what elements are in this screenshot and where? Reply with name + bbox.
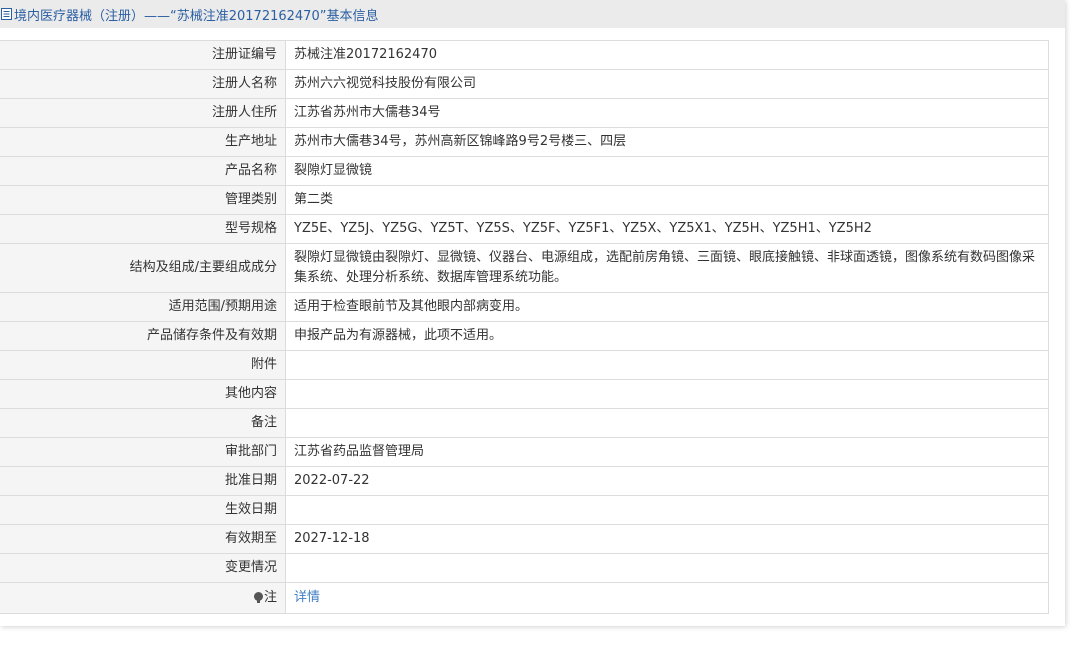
- field-label: 型号规格: [0, 214, 286, 244]
- field-label: 生效日期: [0, 495, 286, 525]
- field-value: 2022-07-22: [285, 466, 1049, 496]
- field-value: [285, 379, 1049, 409]
- field-label: 有效期至: [0, 524, 286, 554]
- field-label: 其他内容: [0, 379, 286, 409]
- table-row: 产品储存条件及有效期 申报产品为有源器械，此项不适用。: [0, 321, 1049, 351]
- field-label: 管理类别: [0, 185, 286, 215]
- field-label: 审批部门: [0, 437, 286, 467]
- table-row: 注册证编号 苏械注准20172162470: [0, 40, 1049, 70]
- field-value: 申报产品为有源器械，此项不适用。: [285, 321, 1049, 351]
- document-icon: [0, 8, 12, 20]
- field-value: 裂隙灯显微镜: [285, 156, 1049, 186]
- field-value: 裂隙灯显微镜由裂隙灯、显微镜、仪器台、电源组成，选配前房角镜、三面镜、眼底接触镜…: [285, 243, 1049, 293]
- lightbulb-icon: [253, 592, 263, 603]
- note-label: 注: [263, 590, 277, 605]
- field-value: [285, 408, 1049, 438]
- field-label: 备注: [0, 408, 286, 438]
- field-label: 注册人住所: [0, 98, 286, 128]
- field-label: 注册证编号: [0, 40, 286, 70]
- table-row: 生产地址 苏州市大儒巷34号，苏州高新区锦峰路9号2号楼三、四层: [0, 127, 1049, 157]
- table-row: 附件: [0, 350, 1049, 380]
- field-value: 第二类: [285, 185, 1049, 215]
- info-table: 注册证编号 苏械注准20172162470 注册人名称 苏州六六视觉科技股份有限…: [0, 40, 1049, 614]
- field-value: [285, 553, 1049, 583]
- table-row: 批准日期 2022-07-22: [0, 466, 1049, 496]
- field-value: 苏州市大儒巷34号，苏州高新区锦峰路9号2号楼三、四层: [285, 127, 1049, 157]
- field-value: [285, 495, 1049, 525]
- field-label: 适用范围/预期用途: [0, 292, 286, 322]
- field-label: 产品储存条件及有效期: [0, 321, 286, 351]
- table-row: 变更情况: [0, 553, 1049, 583]
- page-title: 境内医疗器械（注册）——“苏械注准20172162470”基本信息: [14, 8, 379, 24]
- note-value-cell: 详情: [285, 582, 1049, 614]
- field-label: 变更情况: [0, 553, 286, 583]
- field-value: 苏械注准20172162470: [285, 40, 1049, 70]
- table-row: 其他内容: [0, 379, 1049, 409]
- table-row-note: 注 详情: [0, 582, 1049, 614]
- table-row: 结构及组成/主要组成成分 裂隙灯显微镜由裂隙灯、显微镜、仪器台、电源组成，选配前…: [0, 243, 1049, 293]
- field-value: 江苏省苏州市大儒巷34号: [285, 98, 1049, 128]
- field-value: [285, 350, 1049, 380]
- details-link[interactable]: 详情: [294, 590, 320, 605]
- field-label: 注册人名称: [0, 69, 286, 99]
- note-label-cell: 注: [0, 582, 286, 614]
- field-value: 适用于检查眼前节及其他眼内部病变用。: [285, 292, 1049, 322]
- field-label: 结构及组成/主要组成成分: [0, 243, 286, 293]
- table-row: 生效日期: [0, 495, 1049, 525]
- field-label: 生产地址: [0, 127, 286, 157]
- field-value: 2027-12-18: [285, 524, 1049, 554]
- field-label: 产品名称: [0, 156, 286, 186]
- field-value: 苏州六六视觉科技股份有限公司: [285, 69, 1049, 99]
- table-row: 有效期至 2027-12-18: [0, 524, 1049, 554]
- table-row: 适用范围/预期用途 适用于检查眼前节及其他眼内部病变用。: [0, 292, 1049, 322]
- table-row: 注册人名称 苏州六六视觉科技股份有限公司: [0, 69, 1049, 99]
- field-label: 批准日期: [0, 466, 286, 496]
- table-row: 注册人住所 江苏省苏州市大儒巷34号: [0, 98, 1049, 128]
- table-row: 型号规格 YZ5E、YZ5J、YZ5G、YZ5T、YZ5S、YZ5F、YZ5F1…: [0, 214, 1049, 244]
- detail-panel: 境内医疗器械（注册）——“苏械注准20172162470”基本信息 注册证编号 …: [0, 0, 1065, 626]
- panel-header: 境内医疗器械（注册）——“苏械注准20172162470”基本信息: [0, 0, 1065, 28]
- field-value: 江苏省药品监督管理局: [285, 437, 1049, 467]
- table-row: 备注: [0, 408, 1049, 438]
- table-row: 产品名称 裂隙灯显微镜: [0, 156, 1049, 186]
- table-row: 管理类别 第二类: [0, 185, 1049, 215]
- table-row: 审批部门 江苏省药品监督管理局: [0, 437, 1049, 467]
- field-value: YZ5E、YZ5J、YZ5G、YZ5T、YZ5S、YZ5F、YZ5F1、YZ5X…: [285, 214, 1049, 244]
- field-label: 附件: [0, 350, 286, 380]
